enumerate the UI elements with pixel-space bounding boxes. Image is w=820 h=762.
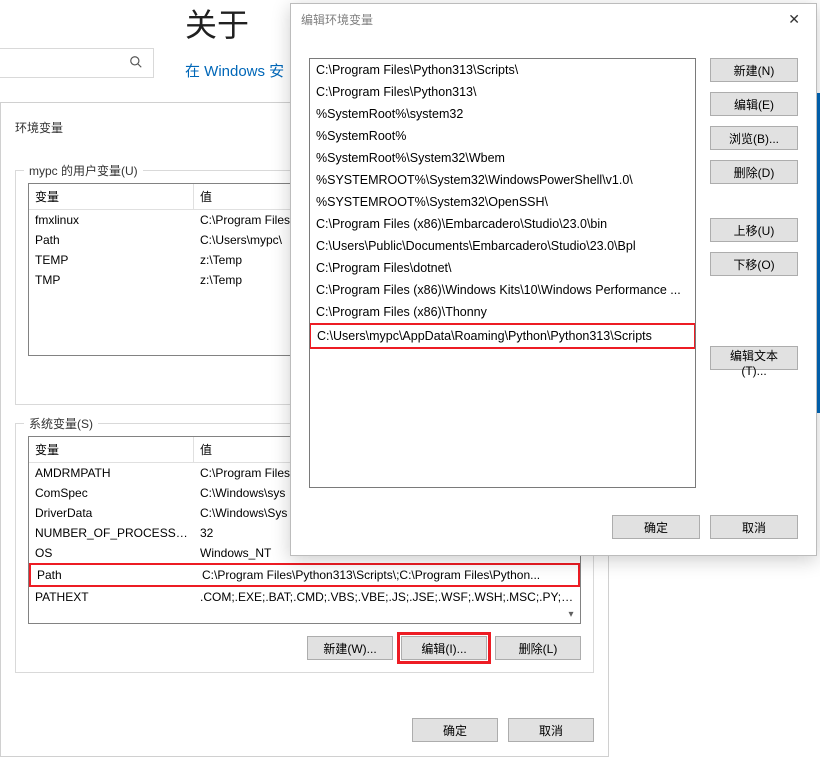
new-button[interactable]: 新建(N)	[710, 58, 798, 82]
windows-link[interactable]: 在 Windows 安	[185, 60, 284, 81]
var-name: NUMBER_OF_PROCESSORS	[29, 523, 194, 543]
sys-delete-button[interactable]: 删除(L)	[495, 636, 581, 660]
edit-ok-button[interactable]: 确定	[612, 515, 700, 539]
edit-cancel-button[interactable]: 取消	[710, 515, 798, 539]
list-item[interactable]: %SystemRoot%\System32\Wbem	[310, 147, 695, 169]
list-item[interactable]: %SystemRoot%	[310, 125, 695, 147]
sys-vars-label: 系统变量(S)	[24, 415, 98, 432]
browse-button[interactable]: 浏览(B)...	[710, 126, 798, 150]
list-item[interactable]: %SYSTEMROOT%\System32\OpenSSH\	[310, 191, 695, 213]
var-name: fmxlinux	[29, 210, 194, 230]
list-item[interactable]: C:\Program Files (x86)\Windows Kits\10\W…	[310, 279, 695, 301]
path-list[interactable]: C:\Program Files\Python313\Scripts\C:\Pr…	[309, 58, 696, 488]
move-up-button[interactable]: 上移(U)	[710, 218, 798, 242]
table-row[interactable]: PathC:\Program Files\Python313\Scripts\;…	[29, 563, 580, 587]
col-name-header[interactable]: 变量	[29, 437, 194, 462]
var-name: Path	[31, 565, 196, 585]
move-down-button[interactable]: 下移(O)	[710, 252, 798, 276]
edit-button[interactable]: 编辑(E)	[710, 92, 798, 116]
env-cancel-button[interactable]: 取消	[508, 718, 594, 742]
edit-text-button[interactable]: 编辑文本(T)...	[710, 346, 798, 370]
close-icon[interactable]: ✕	[782, 9, 806, 30]
var-name: AMDRMPATH	[29, 463, 194, 483]
table-row[interactable]: PATHEXT.COM;.EXE;.BAT;.CMD;.VBS;.VBE;.JS…	[29, 587, 580, 607]
sys-edit-button[interactable]: 编辑(I)...	[401, 636, 487, 660]
var-name: PATHEXT	[29, 587, 194, 607]
about-heading: 关于	[185, 0, 249, 46]
list-item[interactable]: C:\Program Files (x86)\Embarcadero\Studi…	[310, 213, 695, 235]
list-item[interactable]: C:\Users\Public\Documents\Embarcadero\St…	[310, 235, 695, 257]
edit-side-buttons: 新建(N) 编辑(E) 浏览(B)... 删除(D) 上移(U) 下移(O) 编…	[710, 58, 798, 370]
search-box[interactable]	[0, 48, 154, 78]
var-name: Path	[29, 230, 194, 250]
var-value: C:\Program Files\Python313\Scripts\;C:\P…	[196, 565, 578, 585]
env-ok-button[interactable]: 确定	[412, 718, 498, 742]
list-item[interactable]: C:\Program Files\Python313\Scripts\	[310, 59, 695, 81]
list-item[interactable]: %SYSTEMROOT%\System32\WindowsPowerShell\…	[310, 169, 695, 191]
edit-env-dialog: 编辑环境变量 ✕ C:\Program Files\Python313\Scri…	[290, 3, 817, 556]
list-item[interactable]: C:\Program Files\Python313\	[310, 81, 695, 103]
list-item[interactable]: C:\Program Files\dotnet\	[310, 257, 695, 279]
delete-button[interactable]: 删除(D)	[710, 160, 798, 184]
var-name: OS	[29, 543, 194, 563]
list-item[interactable]: %SystemRoot%\system32	[310, 103, 695, 125]
var-value: .COM;.EXE;.BAT;.CMD;.VBS;.VBE;.JS;.JSE;.…	[194, 587, 580, 607]
sys-new-button[interactable]: 新建(W)...	[307, 636, 393, 660]
edit-dialog-title: 编辑环境变量	[301, 11, 373, 28]
var-name: DriverData	[29, 503, 194, 523]
var-name: TEMP	[29, 250, 194, 270]
col-name-header[interactable]: 变量	[29, 184, 194, 209]
search-icon	[129, 55, 143, 72]
list-item[interactable]: C:\Program Files (x86)\Thonny	[310, 301, 695, 323]
list-item-highlighted[interactable]: C:\Users\mypc\AppData\Roaming\Python\Pyt…	[309, 323, 696, 349]
var-name: ComSpec	[29, 483, 194, 503]
user-vars-label: mypc 的用户变量(U)	[24, 162, 143, 179]
scroll-down-icon[interactable]: ▾	[564, 607, 578, 621]
var-name: TMP	[29, 270, 194, 290]
edit-title-bar[interactable]: 编辑环境变量 ✕	[291, 4, 816, 34]
